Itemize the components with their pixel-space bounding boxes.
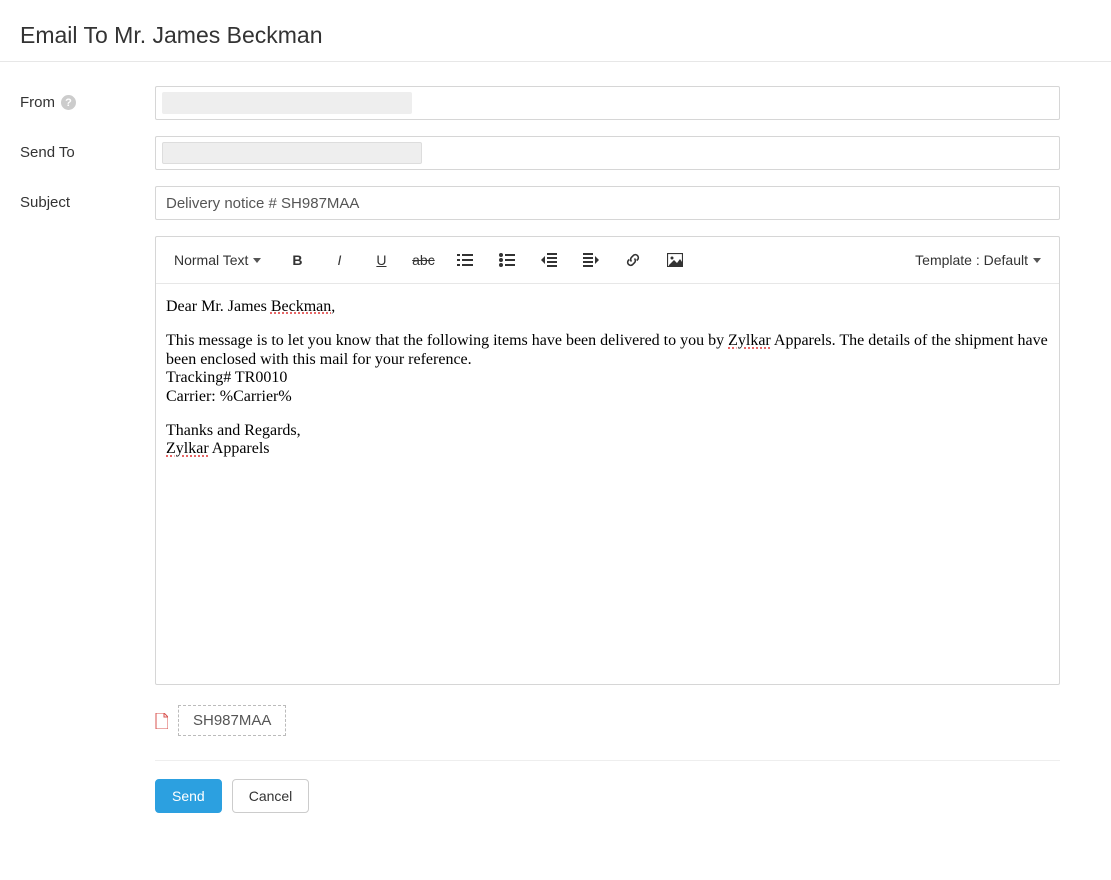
body-text: This message is to let you know that the…: [166, 332, 728, 349]
body-text: Apparels: [209, 440, 270, 457]
subject-label-text: Subject: [20, 194, 70, 211]
link-button[interactable]: [617, 247, 649, 273]
body-text: Thanks and Regards,: [166, 422, 1049, 440]
indent-button[interactable]: [575, 247, 607, 273]
divider: [155, 760, 1060, 761]
bold-button[interactable]: B: [281, 247, 313, 273]
send-to-input[interactable]: [155, 136, 1060, 170]
unordered-list-icon: [499, 253, 515, 267]
subject-input[interactable]: [155, 186, 1060, 220]
editor-body[interactable]: Dear Mr. James Beckman, This message is …: [156, 284, 1059, 684]
caret-down-icon: [1033, 258, 1041, 263]
pdf-icon: [155, 713, 168, 729]
text-style-dropdown[interactable]: Normal Text: [174, 252, 261, 268]
indent-icon: [583, 253, 599, 267]
text-style-label: Normal Text: [174, 252, 248, 268]
unordered-list-button[interactable]: [491, 247, 523, 273]
subject-label: Subject: [20, 186, 155, 211]
underline-button[interactable]: U: [365, 247, 397, 273]
body-text: Zylkar: [166, 440, 209, 457]
from-label: From ?: [20, 86, 155, 111]
template-dropdown[interactable]: Template : Default: [915, 252, 1041, 268]
caret-down-icon: [253, 258, 261, 263]
from-label-text: From: [20, 94, 55, 111]
editor-container: Normal Text B I U abc: [155, 236, 1060, 685]
send-button[interactable]: Send: [155, 779, 222, 813]
link-icon: [625, 252, 641, 268]
attachment-chip[interactable]: SH987MAA: [178, 705, 286, 736]
italic-icon: I: [337, 252, 341, 268]
outdent-button[interactable]: [533, 247, 565, 273]
cancel-button[interactable]: Cancel: [232, 779, 310, 813]
italic-button[interactable]: I: [323, 247, 355, 273]
underline-icon: U: [376, 252, 386, 268]
send-to-label-text: Send To: [20, 144, 75, 161]
from-input[interactable]: [155, 86, 1060, 120]
strike-icon: abc: [412, 252, 435, 268]
template-label: Template : Default: [915, 252, 1028, 268]
body-text: Zylkar: [728, 332, 771, 349]
body-text: Tracking# TR0010: [166, 369, 1049, 387]
page-header: Email To Mr. James Beckman: [0, 0, 1111, 62]
attachment-name: SH987MAA: [193, 712, 271, 729]
send-to-chip[interactable]: [162, 142, 422, 164]
editor-toolbar: Normal Text B I U abc: [156, 237, 1059, 284]
image-button[interactable]: [659, 247, 691, 273]
image-icon: [667, 253, 683, 267]
outdent-icon: [541, 253, 557, 267]
ordered-list-button[interactable]: [449, 247, 481, 273]
help-icon[interactable]: ?: [61, 95, 76, 110]
page-title: Email To Mr. James Beckman: [20, 22, 1091, 49]
body-text: Beckman: [271, 298, 331, 315]
body-text: Carrier: %Carrier%: [166, 388, 1049, 406]
from-chip[interactable]: [162, 92, 412, 114]
body-text: Dear Mr. James: [166, 298, 271, 315]
ordered-list-icon: [457, 253, 473, 267]
body-text: ,: [331, 298, 335, 315]
strikethrough-button[interactable]: abc: [407, 247, 439, 273]
send-to-label: Send To: [20, 136, 155, 161]
bold-icon: B: [292, 252, 302, 268]
